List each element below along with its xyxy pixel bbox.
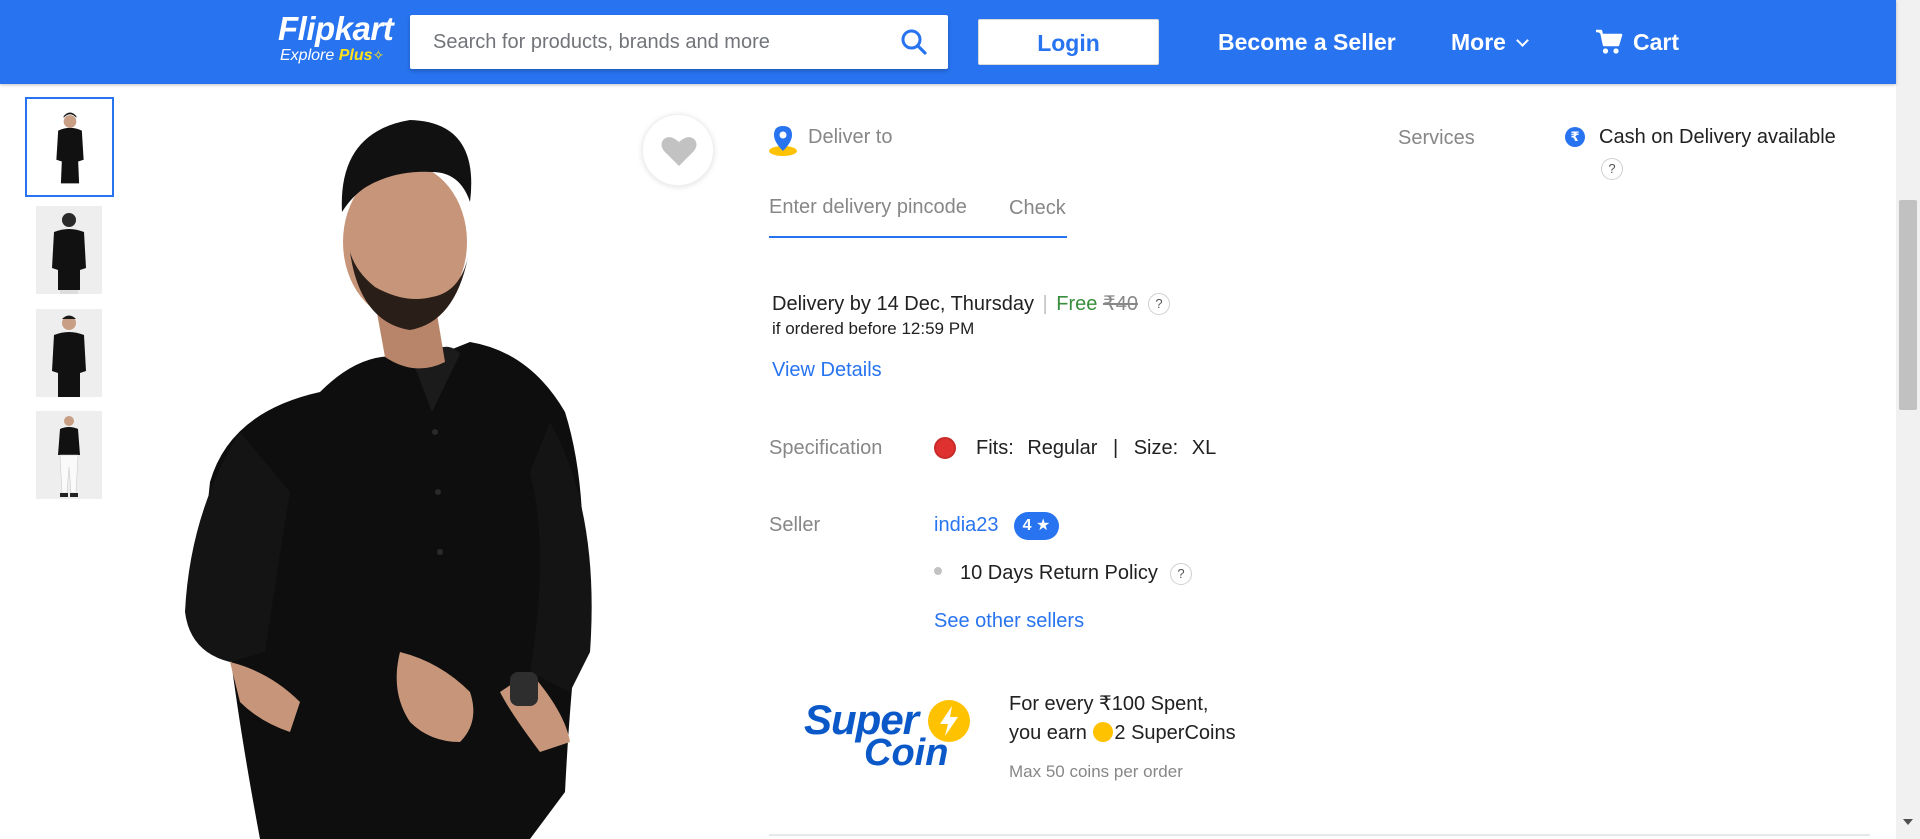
logo-text: Flipkart — [278, 10, 394, 47]
more-label: More — [1451, 29, 1506, 55]
product-thumbnail-1[interactable] — [25, 97, 114, 197]
supercoin-icon — [1093, 722, 1114, 742]
scrollbar-thumb[interactable] — [1899, 200, 1917, 410]
return-policy-help-icon[interactable]: ? — [1170, 563, 1192, 585]
delivery-help-icon[interactable]: ? — [1148, 293, 1170, 315]
seller-name-link[interactable]: india23 — [934, 513, 999, 537]
specification-values: Fits: Regular | Size: XL — [976, 436, 1216, 460]
size-label: Size: — [1133, 437, 1179, 459]
seller-label: Seller — [769, 514, 821, 536]
services-label: Services — [1398, 127, 1475, 149]
thumbnail-image — [36, 309, 102, 397]
delivery-date: Delivery by 14 Dec, Thursday — [772, 293, 1034, 315]
deliver-to-label: Deliver to — [808, 126, 893, 148]
spec-separator: | — [1112, 437, 1119, 459]
bullet-dot — [934, 567, 942, 575]
logo-sub-prefix: Explore — [280, 47, 339, 64]
chevron-down-icon — [1516, 34, 1529, 47]
check-pincode-button[interactable]: Check — [1009, 196, 1066, 220]
scrollbar-track[interactable] — [1896, 0, 1920, 839]
fabric-badge-icon — [934, 437, 956, 459]
lightning-coin-icon — [928, 700, 970, 742]
delivery-date-line: Delivery by 14 Dec, Thursday | Free ₹40 — [772, 292, 1138, 316]
wishlist-button[interactable] — [642, 114, 714, 186]
free-delivery-label: Free — [1056, 293, 1098, 315]
search-icon[interactable] — [900, 28, 928, 56]
logo-subtitle: Explore Plus✧ — [280, 46, 393, 65]
see-other-sellers-link[interactable]: See other sellers — [934, 609, 1084, 633]
rupee-icon: ₹ — [1565, 127, 1585, 147]
location-pin-icon — [769, 126, 797, 156]
top-header: Flipkart Explore Plus✧ Login Become a Se… — [0, 0, 1896, 84]
size-value: XL — [1191, 437, 1217, 459]
heart-icon — [661, 137, 697, 166]
original-delivery-charge: ₹40 — [1102, 293, 1138, 315]
more-menu[interactable]: More — [1451, 28, 1529, 56]
fits-label: Fits: — [976, 437, 1014, 459]
thumbnail-image — [36, 206, 102, 294]
logo-sub-plus: Plus — [338, 47, 373, 64]
section-divider — [769, 834, 1870, 836]
supercoin-line2-suffix: 2 SuperCoins — [1114, 722, 1236, 744]
login-button[interactable]: Login — [978, 19, 1159, 65]
delivery-separator: | — [1042, 293, 1048, 315]
cart-link[interactable]: Cart — [1633, 28, 1679, 56]
product-thumbnail-4[interactable] — [36, 411, 102, 499]
return-policy: 10 Days Return Policy — [960, 562, 1158, 584]
supercoin-note: Max 50 coins per order — [1009, 762, 1183, 781]
product-thumbnail-2[interactable] — [36, 206, 102, 294]
cod-available: Cash on Delivery available — [1599, 126, 1836, 148]
supercoin-line2: you earn 2 SuperCoins — [1009, 721, 1236, 745]
pincode-input[interactable] — [769, 190, 989, 224]
fits-value: Regular — [1027, 437, 1098, 459]
view-details-link[interactable]: View Details — [772, 358, 882, 382]
supercoin-line1: For every ₹100 Spent, — [1009, 693, 1209, 715]
thumbnail-image — [39, 107, 100, 187]
search-bar — [410, 15, 948, 69]
product-main-image[interactable] — [170, 92, 690, 839]
flipkart-logo[interactable]: Flipkart Explore Plus✧ — [278, 10, 394, 65]
supercoin-logo: Super Coin — [800, 698, 975, 772]
specification-label: Specification — [769, 437, 883, 459]
product-thumbnail-3[interactable] — [36, 309, 102, 397]
plus-star-icon: ✧ — [372, 47, 385, 63]
scroll-down-arrow-icon[interactable] — [1903, 819, 1913, 825]
pincode-field: Check — [769, 190, 1067, 238]
seller-rating-badge: 4 ★ — [1014, 512, 1059, 540]
star-icon: ★ — [1031, 517, 1051, 534]
cart-icon[interactable] — [1595, 28, 1623, 56]
cod-help-icon[interactable]: ? — [1601, 158, 1623, 180]
delivery-cutoff: if ordered before 12:59 PM — [772, 319, 975, 338]
thumbnail-image — [36, 411, 102, 499]
become-seller-link[interactable]: Become a Seller — [1218, 28, 1396, 56]
supercoin-line2-prefix: you earn — [1009, 722, 1087, 744]
seller-rating-value: 4 — [1022, 517, 1032, 534]
search-input[interactable] — [410, 15, 880, 69]
